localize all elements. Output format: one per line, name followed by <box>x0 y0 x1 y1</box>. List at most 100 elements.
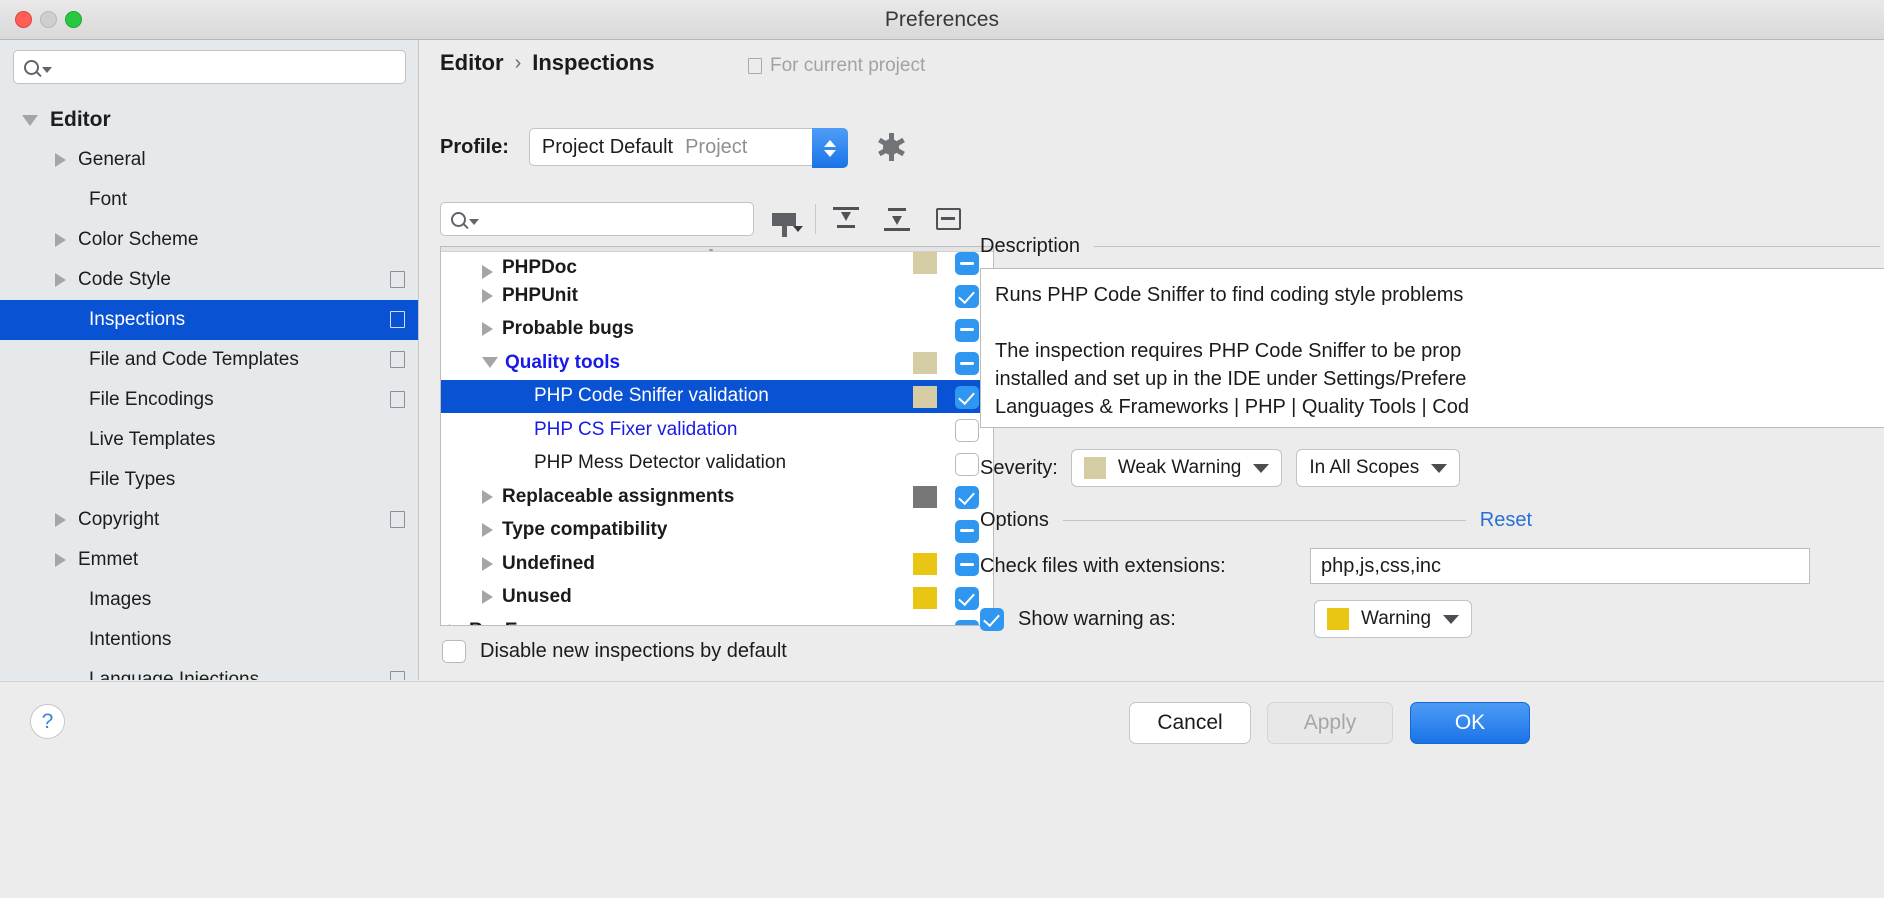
inspection-checkbox[interactable] <box>955 486 979 509</box>
severity-select[interactable]: Weak Warning <box>1071 449 1283 487</box>
sidebar-item-copyright[interactable]: Copyright <box>0 500 419 540</box>
breadcrumb-root[interactable]: Editor <box>440 50 504 76</box>
inspection-row[interactable]: PHP CS Fixer validation <box>441 413 994 447</box>
inspection-checkbox[interactable] <box>955 553 979 576</box>
profile-stepper-button[interactable] <box>812 128 848 168</box>
show-warning-select[interactable]: Warning <box>1314 600 1472 638</box>
inspection-checkbox[interactable] <box>955 419 979 442</box>
chevron-down-icon <box>469 219 479 225</box>
expand-all-button[interactable] <box>825 200 867 238</box>
cancel-button[interactable]: Cancel <box>1129 702 1251 744</box>
sidebar-item-general[interactable]: General <box>0 140 419 180</box>
close-window-button[interactable] <box>15 11 32 28</box>
sidebar-item-language-injections[interactable]: Language Injections <box>0 660 419 680</box>
inspections-search-input[interactable] <box>485 209 735 229</box>
show-only-modified-button[interactable] <box>927 200 969 238</box>
inspection-detail: Description Runs PHP Code Sniffer to fin… <box>980 235 1880 638</box>
sidebar-item-label: Language Injections <box>89 669 259 680</box>
inspection-row[interactable]: Quality tools <box>441 346 994 380</box>
profile-label: Profile: <box>440 136 509 159</box>
inspection-row[interactable]: PHPUnit <box>441 279 994 313</box>
sidebar-item-file-encodings[interactable]: File Encodings <box>0 380 419 420</box>
sidebar-item-label: Editor <box>50 108 111 132</box>
inspection-label: PHP CS Fixer validation <box>534 419 737 441</box>
twisty-closed-icon[interactable] <box>482 523 493 537</box>
sidebar-search-input[interactable] <box>58 57 388 77</box>
section-rule <box>1063 520 1466 521</box>
sidebar-item-code-style[interactable]: Code Style <box>0 260 419 300</box>
inspection-row[interactable]: Type compatibility <box>441 514 994 548</box>
twisty-closed-icon[interactable] <box>482 265 493 279</box>
twisty-closed-icon[interactable] <box>482 289 493 303</box>
inspection-checkbox[interactable] <box>955 386 979 409</box>
sidebar-item-font[interactable]: Font <box>0 180 419 220</box>
scope-select[interactable]: In All Scopes <box>1296 449 1460 487</box>
inspection-checkbox[interactable] <box>955 520 979 543</box>
show-warning-checkbox[interactable] <box>980 608 1004 631</box>
minimize-window-button[interactable] <box>40 11 57 28</box>
severity-color-swatch <box>1084 457 1106 479</box>
twisty-closed-icon[interactable] <box>449 624 460 626</box>
window-title: Preferences <box>0 8 1884 32</box>
inspection-checkbox[interactable] <box>955 352 979 375</box>
twisty-closed-icon[interactable] <box>55 233 66 247</box>
sidebar-item-live-templates[interactable]: Live Templates <box>0 420 419 460</box>
sidebar-item-label: Live Templates <box>89 429 215 451</box>
inspection-checkbox[interactable] <box>955 252 979 275</box>
reset-link[interactable]: Reset <box>1480 509 1532 532</box>
sidebar-item-label: File Encodings <box>89 389 214 411</box>
scope-value: In All Scopes <box>1309 457 1419 479</box>
collapse-all-button[interactable] <box>876 200 918 238</box>
twisty-closed-icon[interactable] <box>482 557 493 571</box>
inspection-checkbox[interactable] <box>955 587 979 610</box>
gear-icon[interactable] <box>878 134 904 160</box>
inspection-row[interactable]: PHP Mess Detector validation <box>441 447 994 481</box>
inspection-checkbox[interactable] <box>955 285 979 308</box>
sidebar-search-box[interactable] <box>13 50 406 84</box>
sidebar-item-emmet[interactable]: Emmet <box>0 540 419 580</box>
inspection-row[interactable]: Undefined <box>441 547 994 581</box>
inspections-search-box[interactable] <box>440 202 754 236</box>
sidebar-item-intentions[interactable]: Intentions <box>0 620 419 660</box>
inspection-row[interactable]: Probable bugs <box>441 313 994 347</box>
extensions-input[interactable] <box>1310 548 1810 584</box>
sidebar-item-file-and-code-templates[interactable]: File and Code Templates <box>0 340 419 380</box>
profile-select[interactable]: Project Default Project <box>529 128 848 166</box>
disable-new-inspections-checkbox[interactable] <box>442 640 466 663</box>
twisty-closed-icon[interactable] <box>482 322 493 336</box>
twisty-closed-icon[interactable] <box>55 273 66 287</box>
twisty-closed-icon[interactable] <box>55 553 66 567</box>
inspection-row[interactable]: Unused <box>441 581 994 615</box>
sidebar-item-label: Intentions <box>89 629 171 651</box>
twisty-closed-icon[interactable] <box>482 490 493 504</box>
twisty-closed-icon[interactable] <box>482 590 493 604</box>
twisty-open-icon[interactable] <box>482 357 498 368</box>
preferences-window: Preferences Editor GeneralFontColor Schem… <box>0 0 1884 898</box>
sidebar-item-inspections[interactable]: Inspections <box>0 300 419 340</box>
twisty-closed-icon[interactable] <box>55 153 66 167</box>
sidebar-item-editor[interactable]: Editor <box>0 100 419 140</box>
sidebar-item-images[interactable]: Images <box>0 580 419 620</box>
copy-settings-icon <box>390 311 405 328</box>
filter-button[interactable] <box>763 200 805 238</box>
ok-button[interactable]: OK <box>1410 702 1530 744</box>
sidebar-item-color-scheme[interactable]: Color Scheme <box>0 220 419 260</box>
inspection-row[interactable]: RegExp <box>441 614 994 626</box>
zoom-window-button[interactable] <box>65 11 82 28</box>
inspection-row[interactable]: PHP Code Sniffer validation <box>441 380 994 414</box>
twisty-closed-icon[interactable] <box>55 513 66 527</box>
twisty-open-icon[interactable] <box>22 115 38 126</box>
extensions-label: Check files with extensions: <box>980 555 1310 578</box>
help-button[interactable]: ? <box>30 704 65 739</box>
inspection-checkbox[interactable] <box>955 620 979 626</box>
inspection-checkbox[interactable] <box>955 319 979 342</box>
sidebar-item-file-types[interactable]: File Types <box>0 460 419 500</box>
inspection-row[interactable]: Replaceable assignments <box>441 480 994 514</box>
section-rule <box>1094 246 1880 247</box>
apply-button[interactable]: Apply <box>1267 702 1393 744</box>
disable-new-inspections-row[interactable]: Disable new inspections by default <box>442 640 787 663</box>
chevron-down-icon <box>793 226 803 232</box>
inspection-row[interactable]: PHPDoc <box>441 252 994 279</box>
inspection-checkbox[interactable] <box>955 453 979 476</box>
chevron-down-icon <box>824 150 836 157</box>
